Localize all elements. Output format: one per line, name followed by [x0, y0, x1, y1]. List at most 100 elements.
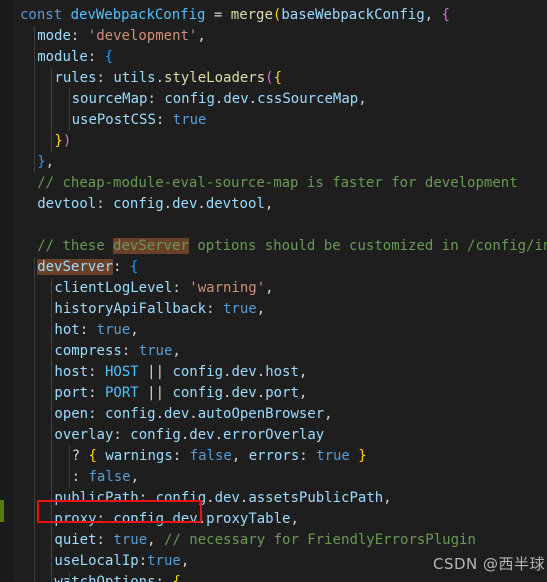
code-token: , — [180, 553, 190, 569]
code-token: { — [273, 70, 283, 86]
indent-guide — [68, 89, 70, 131]
code-line[interactable]: historyApiFallback: true, — [0, 299, 547, 320]
code-token: errorOverlay — [223, 427, 325, 443]
code-token: . — [155, 406, 164, 422]
code-line[interactable]: const devWebpackConfig = merge(baseWebpa… — [0, 5, 547, 26]
code-token: quiet — [54, 532, 97, 548]
code-line[interactable]: ? { warnings: false, errors: true } — [0, 446, 547, 467]
code-token: config — [113, 196, 164, 212]
code-token: : — [88, 385, 97, 401]
code-token: utils — [113, 70, 156, 86]
code-line[interactable]: host: HOST || config.dev.host, — [0, 362, 547, 383]
code-token: , — [383, 490, 392, 506]
code-token: host — [265, 364, 299, 380]
code-token: true — [316, 448, 350, 464]
code-token: config — [104, 406, 156, 422]
code-token: dev — [231, 364, 257, 380]
code-token: styleLoaders — [164, 70, 266, 86]
code-line[interactable]: devtool: config.dev.devtool, — [0, 194, 547, 215]
code-token: publicPath — [54, 490, 139, 506]
code-line[interactable]: }, — [0, 152, 547, 173]
code-token: ? — [71, 448, 81, 464]
code-token: module — [37, 49, 88, 65]
code-token: : — [96, 70, 105, 86]
code-line[interactable]: overlay: config.dev.errorOverlay — [0, 425, 547, 446]
code-line[interactable]: port: PORT || config.dev.port, — [0, 383, 547, 404]
code-token: port — [265, 385, 299, 401]
code-line[interactable]: module: { — [0, 47, 547, 68]
csdn-watermark: CSDN @西半球 — [433, 555, 546, 573]
code-content[interactable]: const devWebpackConfig = merge(baseWebpa… — [0, 0, 547, 582]
code-token: devWebpackConfig — [70, 7, 206, 23]
code-token: ( — [265, 70, 274, 86]
code-token: , — [197, 28, 206, 44]
code-token: , — [290, 511, 299, 527]
code-token: clientLogLevel — [54, 280, 173, 296]
code-token: : — [88, 406, 97, 422]
code-token: false — [88, 469, 131, 485]
code-line[interactable]: quiet: true, // necessary for FriendlyEr… — [0, 530, 547, 551]
code-token: , — [172, 343, 181, 359]
code-token: , — [298, 364, 308, 380]
code-token: . — [256, 364, 266, 380]
code-line[interactable]: : false, — [0, 467, 547, 488]
code-token: || — [147, 385, 164, 401]
code-token: : — [206, 301, 215, 317]
code-token: port — [54, 385, 89, 401]
code-line[interactable]: sourceMap: config.dev.cssSourceMap, — [0, 89, 547, 110]
indent-guide — [34, 26, 36, 173]
code-token: true — [172, 112, 207, 128]
code-token: dev — [231, 385, 257, 401]
code-token: true — [96, 322, 131, 338]
code-token: . — [214, 427, 224, 443]
code-token: config — [172, 364, 224, 380]
code-token: : — [87, 49, 97, 65]
code-line[interactable]: publicPath: config.dev.assetsPublicPath, — [0, 488, 547, 509]
code-token: } — [37, 154, 46, 170]
code-token: dev — [189, 427, 215, 443]
code-token: { — [104, 49, 114, 65]
code-line[interactable]: open: config.dev.autoOpenBrowser, — [0, 404, 547, 425]
code-line[interactable]: proxy: config.dev.proxyTable, — [0, 509, 547, 530]
code-token: warnings — [105, 448, 173, 464]
code-token: autoOpenBrowser — [197, 406, 325, 422]
code-line[interactable]: clientLogLevel: 'warning', — [0, 278, 547, 299]
code-token: dev — [164, 406, 190, 422]
code-token: { — [88, 448, 97, 464]
code-token: , — [298, 385, 308, 401]
code-token: true — [147, 553, 181, 569]
code-token: . — [256, 385, 266, 401]
code-line[interactable]: compress: true, — [0, 341, 547, 362]
code-token: const — [20, 7, 63, 23]
code-line[interactable]: usePostCSS: true — [0, 110, 547, 131]
code-editor[interactable]: const devWebpackConfig = merge(baseWebpa… — [0, 0, 547, 582]
code-token: merge — [230, 7, 273, 23]
code-token: , — [45, 154, 55, 170]
code-line[interactable]: }) — [0, 131, 547, 152]
code-token: config — [130, 427, 181, 443]
code-token: : — [299, 448, 308, 464]
code-token: // cheap-module-eval-source-map is faste… — [37, 175, 518, 191]
code-line[interactable]: devServer: { — [0, 257, 547, 278]
code-token: , — [424, 7, 434, 23]
code-token: : — [172, 448, 182, 464]
code-token: config — [113, 511, 164, 527]
code-token: , — [130, 322, 139, 338]
code-token: true — [222, 301, 257, 317]
code-line[interactable]: hot: true, — [0, 320, 547, 341]
code-line[interactable]: // these devServer options should be cus… — [0, 236, 547, 257]
code-line[interactable]: rules: utils.styleLoaders({ — [0, 68, 547, 89]
code-token: . — [155, 70, 165, 86]
code-line[interactable]: mode: 'development', — [0, 26, 547, 47]
code-line[interactable]: // cheap-module-eval-source-map is faste… — [0, 173, 547, 194]
code-token: . — [206, 490, 215, 506]
code-token: true — [138, 343, 173, 359]
code-line[interactable] — [0, 215, 547, 236]
code-token: host — [54, 364, 89, 380]
